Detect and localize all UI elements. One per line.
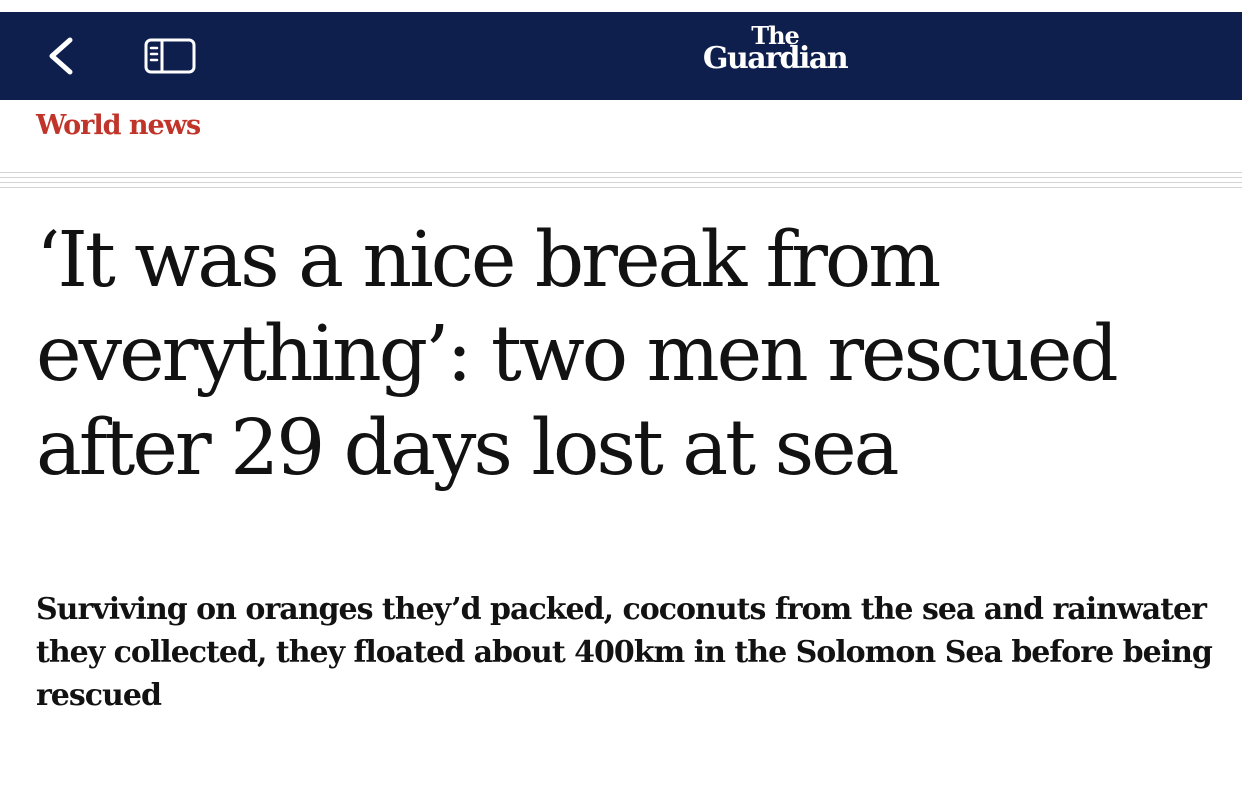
section-link-world-news[interactable]: World news: [36, 110, 201, 141]
article-page: The Guardian World news ‘It was a nice b…: [0, 0, 1242, 787]
status-strip: [0, 0, 1242, 12]
sidebar-toggle-button[interactable]: [140, 28, 200, 84]
logo-line-guardian: Guardian: [702, 41, 849, 76]
back-button[interactable]: [36, 28, 86, 84]
chevron-left-icon: [49, 37, 73, 75]
article-headline: ‘It was a nice break from everything’: t…: [36, 216, 1119, 493]
section-divider-line: [0, 182, 1242, 183]
sidebar-panel-icon: [144, 38, 196, 74]
article-standfirst: Surviving on oranges they’d packed, coco…: [36, 592, 1213, 713]
guardian-logo: The Guardian: [690, 24, 860, 88]
section-divider-line: [0, 172, 1242, 173]
section-divider-line: [0, 177, 1242, 178]
top-navigation-bar: The Guardian: [0, 12, 1242, 100]
section-divider-line: [0, 187, 1242, 188]
